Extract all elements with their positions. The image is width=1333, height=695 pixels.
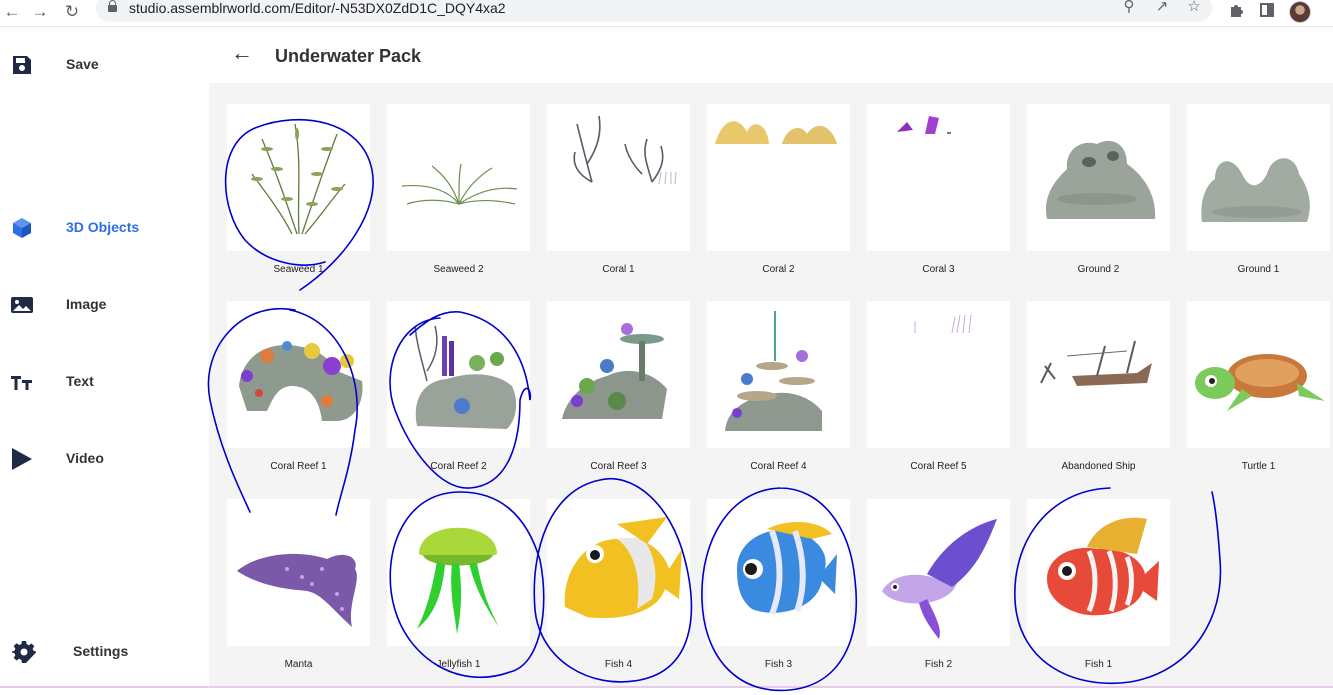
asset-label: Seaweed 2 (433, 264, 484, 275)
asset-label: Jellyfish 1 (436, 659, 481, 670)
asset-label: Ground 1 (1237, 264, 1280, 275)
sidebar-item-label: Image (66, 296, 107, 312)
asset-thumbnail (387, 499, 530, 646)
asset-thumbnail (867, 499, 1010, 646)
asset-tile-coral-reef-2[interactable]: Coral Reef 2 (387, 301, 530, 475)
sidebar-item-settings[interactable]: Settings (0, 632, 209, 672)
asset-thumbnail (707, 104, 850, 251)
asset-tile-manta[interactable]: Manta (227, 499, 370, 673)
asset-label: Manta (284, 659, 313, 670)
sidebar-item-label: Text (66, 373, 94, 389)
sidebar-item-image[interactable]: Image (0, 285, 209, 325)
reload-icon[interactable]: ↻ (62, 2, 82, 22)
asset-label: Fish 2 (924, 659, 953, 670)
asset-thumbnail (227, 104, 370, 251)
asset-tile-fish-1[interactable]: Fish 1 (1027, 499, 1170, 673)
asset-tile-coral-reef-1[interactable]: Coral Reef 1 (227, 301, 370, 475)
play-icon (10, 447, 34, 471)
page-bottom-divider (0, 686, 1333, 688)
gear-icon (11, 640, 37, 664)
sidebar-item-save[interactable]: Save (0, 45, 209, 85)
bookmark-star-icon[interactable]: ☆ (1185, 0, 1203, 16)
text-icon (10, 370, 34, 394)
asset-label: Turtle 1 (1241, 461, 1276, 472)
sidebar-item-3d-objects[interactable]: 3D Objects (0, 208, 209, 248)
sidebar-item-video[interactable]: Video (0, 439, 209, 479)
asset-label: Coral Reef 2 (430, 461, 487, 472)
asset-label: Ground 2 (1077, 264, 1120, 275)
browser-toolbar: ← → ↻ studio.assemblrworld.com/Editor/-N… (0, 0, 1333, 27)
asset-tile-seaweed-2[interactable]: Seaweed 2 (387, 104, 530, 278)
asset-tile-coral-2[interactable]: Coral 2 (707, 104, 850, 278)
sidebar-item-label: Save (66, 56, 99, 72)
asset-thumbnail (1187, 104, 1330, 251)
asset-tile-jellyfish-1[interactable]: Jellyfish 1 (387, 499, 530, 673)
sidebar-item-text[interactable]: Text (0, 362, 209, 402)
profile-avatar[interactable] (1289, 1, 1311, 23)
back-nav-icon[interactable]: ← (2, 2, 22, 22)
forward-nav-icon[interactable]: → (30, 2, 50, 22)
asset-tile-ground-1[interactable]: Ground 1 (1187, 104, 1330, 278)
save-icon (10, 53, 34, 77)
page-title: Underwater Pack (275, 46, 422, 66)
asset-thumbnail (387, 104, 530, 251)
asset-grid: Seaweed 1 Seaweed 2 Coral 1 Coral 2 Cora… (209, 83, 1333, 686)
asset-thumbnail (547, 499, 690, 646)
asset-label: Coral Reef 5 (910, 461, 967, 472)
asset-thumbnail (387, 301, 530, 448)
asset-tile-fish-4[interactable]: Fish 4 (547, 499, 690, 673)
sidepanel-icon[interactable] (1257, 2, 1277, 22)
asset-tile-coral-reef-5[interactable]: Coral Reef 5 (867, 301, 1010, 475)
asset-thumbnail (707, 499, 850, 646)
cube-icon (10, 216, 34, 240)
url-text: studio.assemblrworld.com/Editor/-N53DX0Z… (129, 0, 506, 16)
asset-thumbnail (1027, 104, 1170, 251)
asset-tile-coral-3[interactable]: Coral 3 (867, 104, 1010, 278)
asset-tile-fish-3[interactable]: Fish 3 (707, 499, 850, 673)
asset-tile-coral-1[interactable]: Coral 1 (547, 104, 690, 278)
asset-thumbnail (867, 301, 1010, 448)
sidebar-item-label: 3D Objects (66, 219, 140, 235)
asset-tile-coral-reef-4[interactable]: Coral Reef 4 (707, 301, 850, 475)
asset-label: Abandoned Ship (1061, 461, 1136, 472)
asset-label: Fish 3 (764, 659, 793, 670)
asset-thumbnail (1027, 301, 1170, 448)
asset-thumbnail (1027, 499, 1170, 646)
asset-label: Coral Reef 3 (590, 461, 647, 472)
asset-tile-abandoned-ship[interactable]: Abandoned Ship (1027, 301, 1170, 475)
asset-thumbnail (547, 301, 690, 448)
asset-thumbnail (707, 301, 850, 448)
back-arrow-icon[interactable]: ← (231, 41, 255, 65)
image-icon (10, 293, 34, 317)
asset-label: Fish 4 (604, 659, 633, 670)
extensions-icon[interactable] (1226, 2, 1246, 22)
asset-thumbnail (867, 104, 1010, 251)
asset-thumbnail (547, 104, 690, 251)
asset-tile-seaweed-1[interactable]: Seaweed 1 (227, 104, 370, 278)
lock-icon (108, 0, 117, 12)
asset-tile-fish-2[interactable]: Fish 2 (867, 499, 1010, 673)
address-bar[interactable]: studio.assemblrworld.com/Editor/-N53DX0Z… (96, 0, 1212, 22)
share-icon[interactable]: ↗ (1153, 0, 1171, 16)
asset-label: Coral Reef 4 (750, 461, 807, 472)
asset-tile-ground-2[interactable]: Ground 2 (1027, 104, 1170, 278)
sidebar-item-label: Settings (73, 643, 129, 659)
asset-label: Coral Reef 1 (270, 461, 327, 472)
asset-tile-turtle-1[interactable]: Turtle 1 (1187, 301, 1330, 475)
asset-tile-coral-reef-3[interactable]: Coral Reef 3 (547, 301, 690, 475)
asset-label: Coral 2 (762, 264, 795, 275)
asset-label: Seaweed 1 (273, 264, 324, 275)
asset-thumbnail (227, 301, 370, 448)
sidebar: Save 3D Objects Image Text Video Setting… (0, 27, 209, 695)
asset-label: Coral 3 (922, 264, 955, 275)
asset-thumbnail (1187, 301, 1330, 448)
page-header: ← Underwater Pack (209, 27, 1333, 83)
asset-thumbnail (227, 499, 370, 646)
asset-label: Fish 1 (1084, 659, 1113, 670)
sidebar-item-label: Video (66, 450, 104, 466)
zoom-icon[interactable]: ⚲ (1120, 0, 1138, 16)
asset-label: Coral 1 (602, 264, 635, 275)
